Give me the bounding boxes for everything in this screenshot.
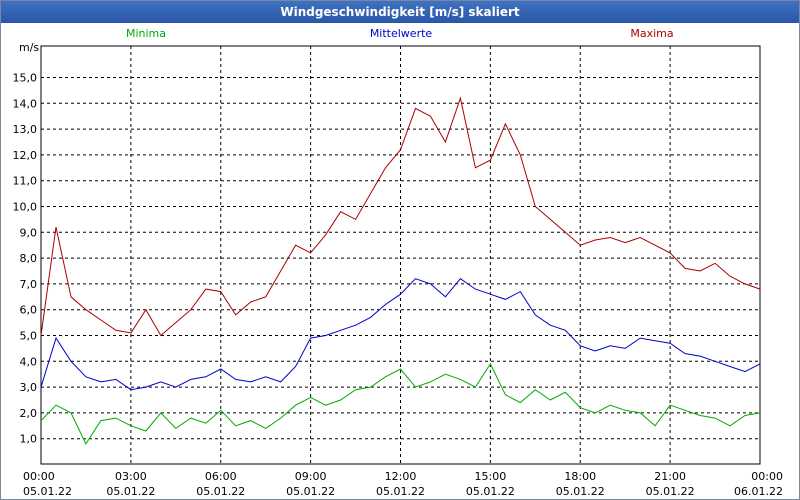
x-tick-date: 05.01.22 [286, 485, 335, 498]
y-tick-label: 8,0 [20, 252, 38, 265]
y-tick-label: 1,0 [20, 433, 38, 446]
y-tick-label: 13,0 [13, 123, 38, 136]
y-tick-label: 9,0 [20, 226, 38, 239]
y-tick-label: 15,0 [13, 72, 38, 85]
x-tick-date: 05.01.22 [466, 485, 515, 498]
chart-svg: 1,0 2,0 3,0 4,0 5,0 6,0 7,0 8,0 9,0 10,0 11,0 12,0 1… [13, 27, 784, 498]
x-tick-time: 09:00 [295, 470, 327, 483]
y-tick-label: 14,0 [13, 97, 38, 110]
x-tick-date: 06.01.22 [734, 485, 783, 498]
y-tick-label: 4,0 [20, 355, 38, 368]
legend-entry: Mittelwerte [370, 27, 433, 40]
legend-entry: Maxima [630, 27, 673, 40]
x-tick-time: 06:00 [205, 470, 237, 483]
y-tick-label: 7,0 [20, 278, 38, 291]
x-tick-date: 05.01.22 [106, 485, 155, 498]
x-tick-date: 05.01.22 [23, 485, 72, 498]
x-tick-date: 05.01.22 [556, 485, 605, 498]
y-tick-label: 11,0 [13, 175, 38, 188]
x-tick-time: 00:00 [23, 470, 55, 483]
grid [41, 46, 760, 464]
tick-labels: 1,0 2,0 3,0 4,0 5,0 6,0 7,0 8,0 9,0 10,0 11,0 12,0 1… [13, 41, 784, 498]
y-tick-label: 10,0 [13, 201, 38, 214]
x-tick-date: 05.01.22 [196, 485, 245, 498]
x-tick-time: 00:00 [751, 470, 783, 483]
legend: Minima Mittelwerte Maxima [126, 27, 674, 40]
legend-entry: Minima [126, 27, 166, 40]
x-tick-date: 05.01.22 [646, 485, 695, 498]
x-tick-time: 12:00 [385, 470, 417, 483]
y-tick-label: 5,0 [20, 330, 38, 343]
y-tick-label: 6,0 [20, 304, 38, 317]
x-tick-time: 18:00 [564, 470, 596, 483]
x-tick-date: 05.01.22 [376, 485, 425, 498]
x-tick-time: 21:00 [654, 470, 686, 483]
x-tick-time: 03:00 [115, 470, 147, 483]
y-axis-label: m/s [19, 41, 39, 54]
x-tick-time: 15:00 [475, 470, 507, 483]
y-tick-label: 12,0 [13, 149, 38, 162]
y-tick-label: 2,0 [20, 407, 38, 420]
chart-window: Windgeschwindigkeit [m/s] skaliert 1,0 2,… [0, 0, 800, 500]
y-tick-label: 3,0 [20, 381, 38, 394]
